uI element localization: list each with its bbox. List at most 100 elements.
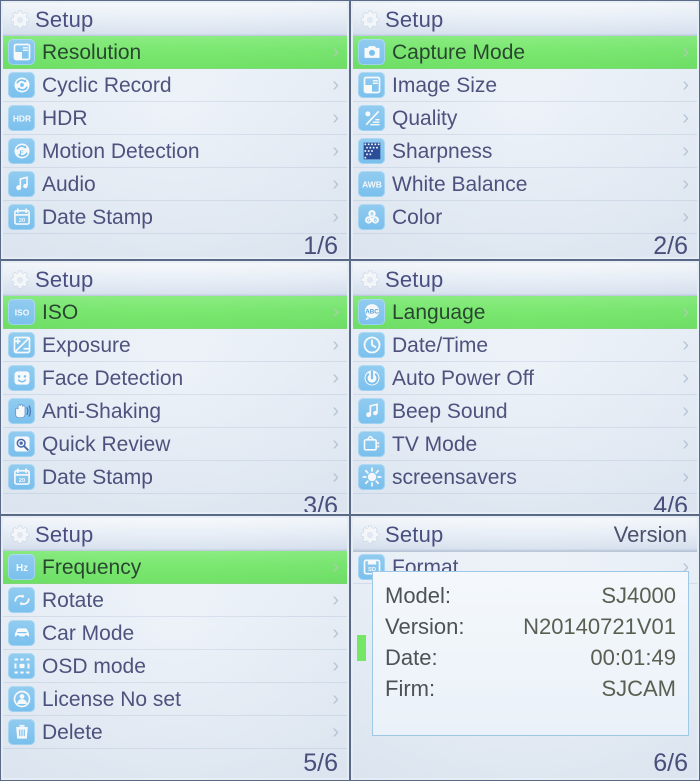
- menu-item-label: Quality: [392, 106, 458, 130]
- menu-item-label: OSD mode: [42, 654, 146, 678]
- camera-menu-screenshot-grid: Setup Resolution › Cyclic Record › HDR HDR › F Mo…: [0, 0, 700, 781]
- menu-item-iso[interactable]: ISO ISO ›: [3, 296, 347, 329]
- menu-item-quick-review[interactable]: Quick Review ›: [3, 428, 347, 461]
- menu-item-label: Date/Time: [392, 333, 489, 357]
- audio-icon: [358, 398, 385, 424]
- frequency-icon: Hz: [8, 554, 35, 580]
- chevron-right-icon: ›: [682, 140, 689, 162]
- menu-item-date-stamp[interactable]: 20 Date Stamp ›: [3, 201, 347, 234]
- panel-6-header: Setup Version: [353, 518, 697, 551]
- chevron-right-icon: ›: [332, 107, 339, 129]
- menu-item-hdr[interactable]: HDR HDR ›: [3, 102, 347, 135]
- menu-item-quality[interactable]: Quality ›: [353, 102, 697, 135]
- chevron-right-icon: ›: [332, 41, 339, 63]
- menu-item-motion-detection[interactable]: F Motion Detection ›: [3, 135, 347, 168]
- menu-item-car-mode[interactable]: Car Mode ›: [3, 617, 347, 650]
- resolution-icon: [8, 39, 35, 65]
- page-indicator: 2/6: [653, 232, 688, 258]
- anti-shaking-icon: [8, 398, 35, 424]
- chevron-right-icon: ›: [332, 556, 339, 578]
- menu-item-label: Image Size: [392, 73, 498, 97]
- menu-item-label: TV Mode: [392, 432, 478, 456]
- panel-3-menu-list: ISO ISO › Exposure › Face Detection › Anti-Shak…: [3, 296, 347, 512]
- chevron-right-icon: ›: [682, 334, 689, 356]
- panel-5-screen: Setup Hz Frequency › Rotate › Car Mode › OSD mod…: [3, 518, 347, 778]
- chevron-right-icon: ›: [332, 589, 339, 611]
- menu-item-label: Capture Mode: [392, 40, 526, 64]
- white-balance-icon: AWB: [358, 171, 385, 197]
- menu-item-label: Cyclic Record: [42, 73, 172, 97]
- menu-item-cyclic-record[interactable]: Cyclic Record ›: [3, 69, 347, 102]
- chevron-right-icon: ›: [682, 400, 689, 422]
- chevron-right-icon: ›: [682, 173, 689, 195]
- version-row-value: SJCAM: [601, 676, 676, 701]
- chevron-right-icon: ›: [332, 74, 339, 96]
- menu-item-capture-mode[interactable]: Capture Mode ›: [353, 36, 697, 69]
- menu-item-osd-mode[interactable]: OSD mode ›: [3, 650, 347, 683]
- menu-item-license-no-set[interactable]: License No set ›: [3, 683, 347, 716]
- page-indicator: 5/6: [303, 749, 338, 777]
- panel-4-footer: 4/6: [353, 492, 697, 513]
- chevron-right-icon: ›: [682, 301, 689, 323]
- menu-item-date-stamp[interactable]: 20 Date Stamp ›: [3, 461, 347, 494]
- chevron-right-icon: ›: [332, 334, 339, 356]
- menu-item-label: ISO: [42, 300, 79, 324]
- menu-item-face-detection[interactable]: Face Detection ›: [3, 362, 347, 395]
- menu-item-delete[interactable]: Delete ›: [3, 716, 347, 749]
- gear-icon: [9, 524, 31, 546]
- menu-item-rotate[interactable]: Rotate ›: [3, 584, 347, 617]
- menu-item-sharpness[interactable]: Sharpness ›: [353, 135, 697, 168]
- page-indicator: 4/6: [653, 492, 688, 513]
- svg-text:Hz: Hz: [15, 563, 27, 574]
- power-icon: [358, 365, 385, 391]
- chevron-right-icon: ›: [682, 466, 689, 488]
- svg-text:20: 20: [18, 478, 24, 484]
- version-row-version: Version: N20140721V01: [385, 616, 676, 638]
- menu-item-exposure[interactable]: Exposure ›: [3, 329, 347, 362]
- chevron-right-icon: ›: [332, 655, 339, 677]
- chevron-right-icon: ›: [682, 433, 689, 455]
- menu-item-image-size[interactable]: Image Size ›: [353, 69, 697, 102]
- rotate-icon: [8, 587, 35, 613]
- menu-item-resolution[interactable]: Resolution ›: [3, 36, 347, 69]
- chevron-right-icon: ›: [332, 140, 339, 162]
- panel-3-screen: Setup ISO ISO › Exposure › Face Detection › Anti…: [3, 263, 347, 512]
- version-row-key: Firm:: [385, 676, 436, 701]
- menu-item-audio[interactable]: Audio ›: [3, 168, 347, 201]
- menu-item-auto-power-off[interactable]: Auto Power Off ›: [353, 362, 697, 395]
- page-title: Setup: [385, 6, 444, 32]
- version-row-model: Model: SJ4000: [385, 585, 676, 607]
- panel-6-screen: SetupVersionSDFormat›6/6Model:SJ4000Vers…: [353, 518, 697, 778]
- chevron-right-icon: ›: [332, 173, 339, 195]
- cyclic-record-icon: [8, 72, 35, 98]
- panel-5-header: Setup: [3, 518, 347, 551]
- page-title: Setup: [35, 521, 94, 547]
- menu-item-label: Exposure: [42, 333, 131, 357]
- menu-item-beep-sound[interactable]: Beep Sound ›: [353, 395, 697, 428]
- menu-item-language[interactable]: ABC Language ›: [353, 296, 697, 329]
- panel-1-footer: 1/6: [3, 234, 347, 258]
- date-stamp-icon: 20: [8, 464, 35, 490]
- quality-icon: [358, 105, 385, 131]
- gear-icon: [9, 9, 31, 31]
- panel-1: Setup Resolution › Cyclic Record › HDR HDR › F Mo…: [0, 0, 350, 260]
- version-row-value: SJ4000: [601, 583, 676, 608]
- menu-item-tv-mode[interactable]: TV Mode ›: [353, 428, 697, 461]
- version-row-date: Date: 00:01:49: [385, 647, 676, 669]
- chevron-right-icon: ›: [332, 400, 339, 422]
- license-icon: [8, 686, 35, 712]
- osd-icon: [8, 653, 35, 679]
- menu-item-color[interactable]: R G B Color ›: [353, 201, 697, 234]
- svg-text:B: B: [373, 218, 376, 223]
- menu-item-label: Rotate: [42, 588, 104, 612]
- version-row-value: N20140721V01: [523, 614, 676, 639]
- menu-item-anti-shaking[interactable]: Anti-Shaking ›: [3, 395, 347, 428]
- menu-item-white-balance[interactable]: AWB White Balance ›: [353, 168, 697, 201]
- chevron-right-icon: ›: [332, 367, 339, 389]
- menu-item-label: Quick Review: [42, 432, 171, 456]
- menu-item-date-time[interactable]: Date/Time ›: [353, 329, 697, 362]
- menu-item-screensavers[interactable]: screensavers ›: [353, 461, 697, 494]
- chevron-right-icon: ›: [332, 206, 339, 228]
- page-title: Setup: [35, 266, 94, 292]
- menu-item-frequency[interactable]: Hz Frequency ›: [3, 551, 347, 584]
